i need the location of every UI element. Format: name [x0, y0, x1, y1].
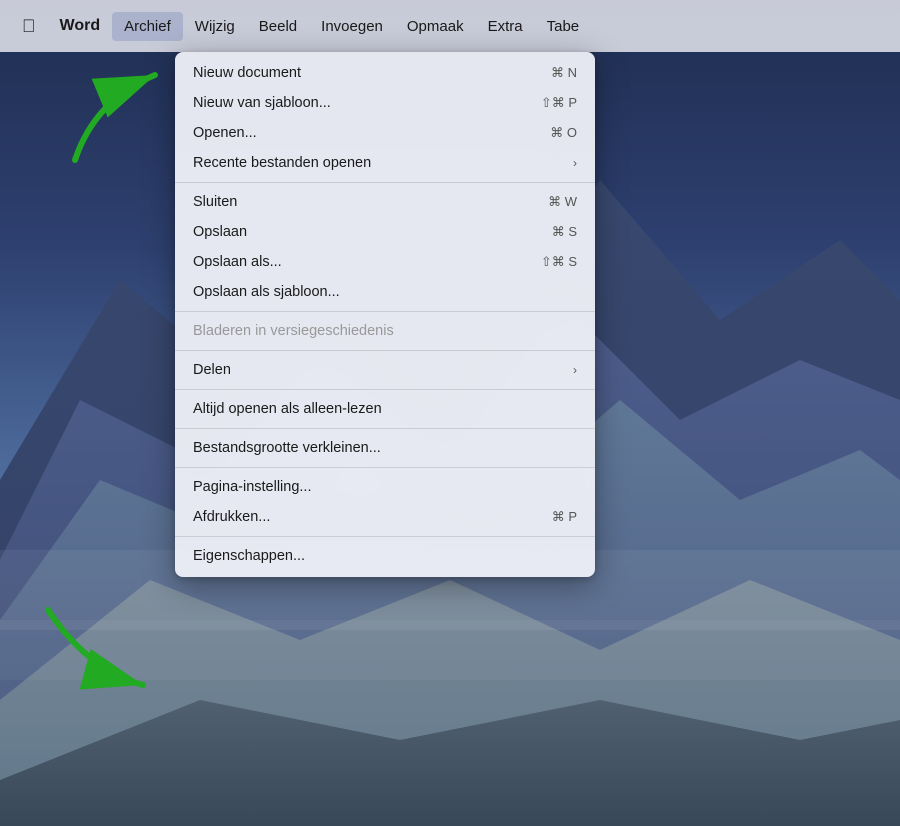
menu-item-label: Nieuw van sjabloon...: [193, 95, 331, 111]
menu-item-altijd-openen[interactable]: Altijd openen als alleen-lezen: [175, 394, 595, 424]
menu-item-label: Openen...: [193, 125, 257, 141]
separator-4: [175, 389, 595, 390]
menu-item-label: Bestandsgrootte verkleinen...: [193, 440, 381, 456]
menubar:  Word Archief Wijzig Beeld Invoegen Opm…: [0, 0, 900, 52]
separator-7: [175, 536, 595, 537]
menu-item-opslaan-als[interactable]: Opslaan als... ⇧⌘ S: [175, 247, 595, 277]
menu-item-label: Opslaan als sjabloon...: [193, 284, 340, 300]
menu-item-shortcut: ⌘ W: [548, 194, 577, 210]
apple-menu[interactable]: : [10, 12, 48, 41]
menu-item-label: Bladeren in versiegeschiedenis: [193, 323, 394, 339]
menu-item-bestandsgrootte[interactable]: Bestandsgrootte verkleinen...: [175, 433, 595, 463]
menubar-tabe[interactable]: Tabe: [535, 12, 592, 41]
menu-item-recente-bestanden[interactable]: Recente bestanden openen ›: [175, 148, 595, 178]
chevron-right-icon: ›: [573, 156, 577, 170]
menu-item-shortcut: ⌘ N: [551, 65, 577, 81]
menu-item-label: Opslaan: [193, 224, 247, 240]
menu-item-shortcut: ⌘ P: [552, 509, 577, 525]
menu-item-delen[interactable]: Delen ›: [175, 355, 595, 385]
arrow-top: [55, 60, 185, 170]
menu-item-shortcut: ⌘ S: [552, 224, 577, 240]
menu-item-label: Pagina-instelling...: [193, 479, 312, 495]
menu-item-shortcut: ⇧⌘ S: [541, 254, 577, 270]
menu-item-label: Opslaan als...: [193, 254, 282, 270]
menubar-beeld[interactable]: Beeld: [247, 12, 309, 41]
archief-menu: Nieuw document ⌘ N Nieuw van sjabloon...…: [175, 52, 595, 577]
menu-item-bladeren: Bladeren in versiegeschiedenis: [175, 316, 595, 346]
arrow-bottom: [28, 590, 168, 710]
menu-item-shortcut: ⇧⌘ P: [541, 95, 577, 111]
menu-item-label: Sluiten: [193, 194, 237, 210]
chevron-right-icon: ›: [573, 363, 577, 377]
menubar-invoegen[interactable]: Invoegen: [309, 12, 395, 41]
separator-3: [175, 350, 595, 351]
menubar-extra[interactable]: Extra: [476, 12, 535, 41]
menu-item-eigenschappen[interactable]: Eigenschappen...: [175, 541, 595, 571]
separator-5: [175, 428, 595, 429]
menu-item-pagina-instelling[interactable]: Pagina-instelling...: [175, 472, 595, 502]
menu-item-label: Afdrukken...: [193, 509, 270, 525]
menu-item-label: Nieuw document: [193, 65, 301, 81]
separator-1: [175, 182, 595, 183]
menu-item-label: Recente bestanden openen: [193, 155, 371, 171]
menubar-archief[interactable]: Archief: [112, 12, 183, 41]
menu-item-opslaan[interactable]: Opslaan ⌘ S: [175, 217, 595, 247]
menu-item-nieuw-document[interactable]: Nieuw document ⌘ N: [175, 58, 595, 88]
menubar-word[interactable]: Word: [48, 11, 113, 41]
menu-item-opslaan-als-sjabloon[interactable]: Opslaan als sjabloon...: [175, 277, 595, 307]
menu-item-label: Delen: [193, 362, 231, 378]
menubar-opmaak[interactable]: Opmaak: [395, 12, 476, 41]
menubar-wijzig[interactable]: Wijzig: [183, 12, 247, 41]
menu-item-openen[interactable]: Openen... ⌘ O: [175, 118, 595, 148]
separator-6: [175, 467, 595, 468]
menu-item-shortcut: ⌘ O: [550, 125, 577, 141]
separator-2: [175, 311, 595, 312]
menu-item-afdrukken[interactable]: Afdrukken... ⌘ P: [175, 502, 595, 532]
menu-item-nieuw-van-sjabloon[interactable]: Nieuw van sjabloon... ⇧⌘ P: [175, 88, 595, 118]
menu-item-label: Altijd openen als alleen-lezen: [193, 401, 382, 417]
menu-item-sluiten[interactable]: Sluiten ⌘ W: [175, 187, 595, 217]
menu-item-label: Eigenschappen...: [193, 548, 305, 564]
